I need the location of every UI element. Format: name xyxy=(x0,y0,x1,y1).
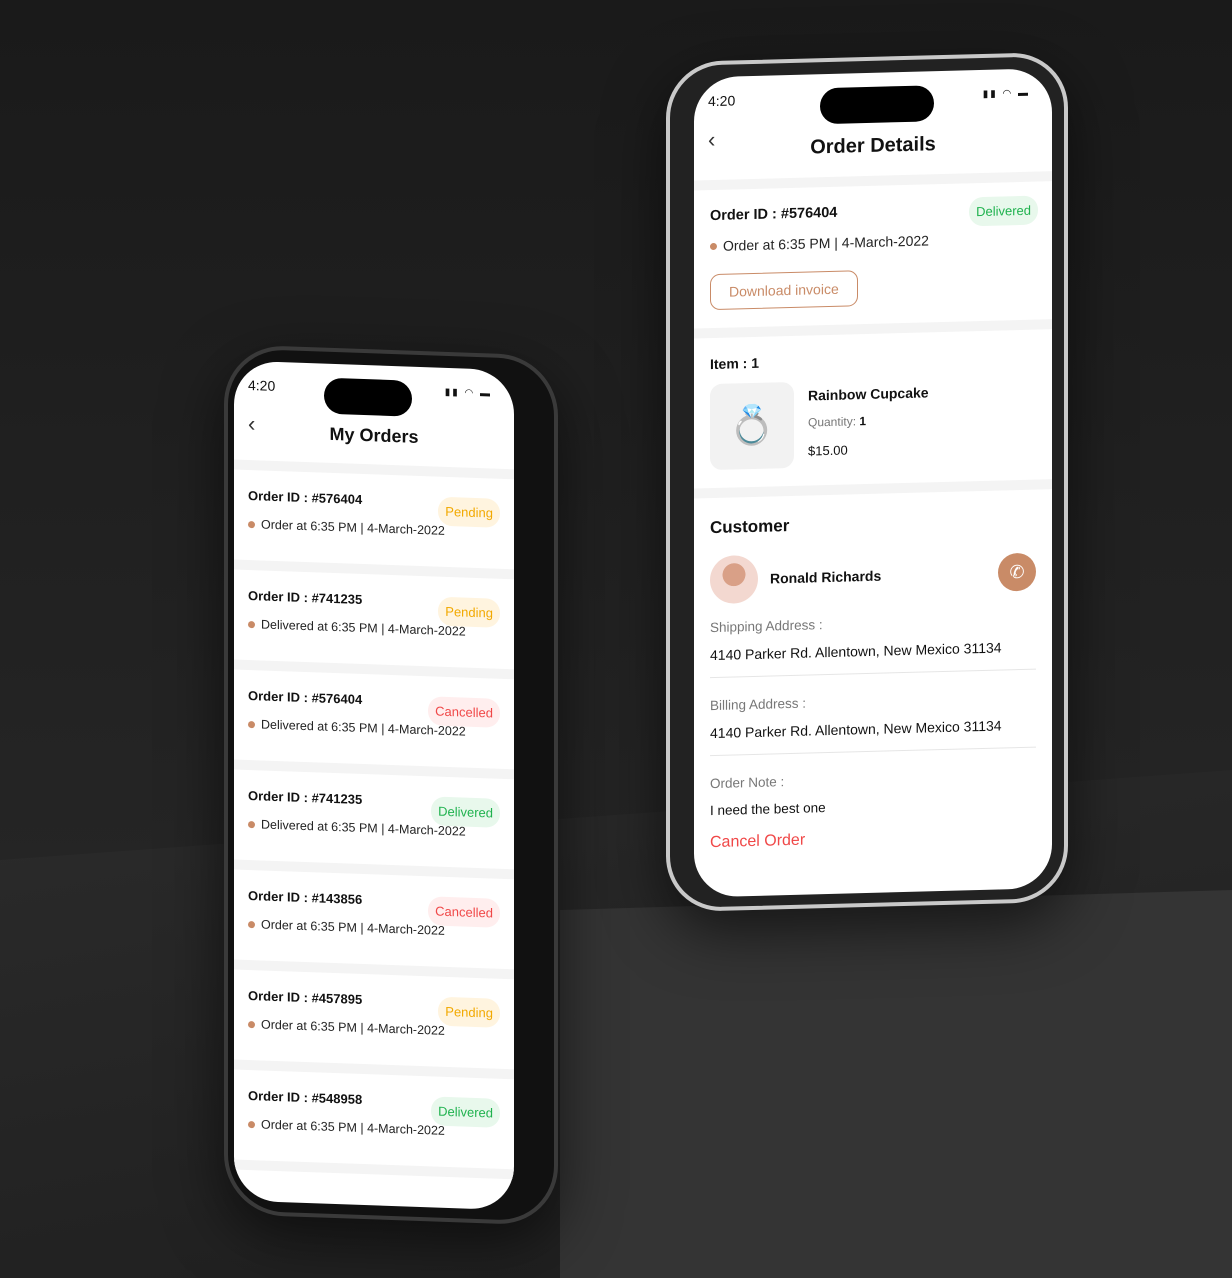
status-dot xyxy=(248,1120,255,1128)
quantity-value: 1 xyxy=(859,414,867,429)
status-badge: Delivered xyxy=(969,195,1038,227)
back-icon[interactable]: ‹ xyxy=(248,411,255,437)
cancel-order-button[interactable]: Cancel Order xyxy=(710,826,1036,853)
back-icon[interactable]: ‹ xyxy=(708,127,715,153)
download-invoice-button[interactable]: Download invoice xyxy=(710,270,858,311)
product-image-ring: 💍 xyxy=(710,381,794,471)
note-label: Order Note : xyxy=(710,774,785,792)
shipping-address: 4140 Parker Rd. Allentown, New Mexico 31… xyxy=(710,639,1002,664)
status-dot xyxy=(248,720,255,728)
order-meta: Order at 6:35 PM | 4-March-2022 xyxy=(723,232,929,254)
status-badge: Pending xyxy=(438,996,500,1028)
status-dot xyxy=(248,520,255,528)
order-row[interactable]: Order ID : #143856 Cancelled Order at 6:… xyxy=(234,869,514,980)
download-invoice-label: Download invoice xyxy=(729,280,839,300)
customer-name: Ronald Richards xyxy=(770,567,882,587)
order-note: I need the best one xyxy=(710,800,826,819)
order-details-screen: 4:20 ▮▮ ◠ ▬ ‹ Order Details Order ID : #57… xyxy=(694,68,1052,898)
orders-list: Order ID : #576404 Pending Order at 6:35… xyxy=(234,469,514,1180)
customer-heading: Customer xyxy=(710,516,790,538)
left-phone: 4:20 ▮▮ ◠ ▬ ‹ My Orders Order ID : #576404… xyxy=(224,344,558,1226)
order-meta: Order at 6:35 PM | 4-March-2022 xyxy=(261,1117,445,1138)
status-time: 4:20 xyxy=(708,92,736,110)
status-dot xyxy=(248,920,255,928)
order-row[interactable]: Order ID : #576404 Pending Order at 6:35… xyxy=(234,469,514,580)
order-row[interactable]: Order ID : #576404 Cancelled Delivered a… xyxy=(234,669,514,780)
right-phone: 4:20 ▮▮ ◠ ▬ ‹ Order Details Order ID : #57… xyxy=(666,51,1068,913)
status-icons: ▮▮ ◠ ▬ xyxy=(982,87,1030,100)
order-row[interactable]: Order ID : #548958 Delivered Order at 6:… xyxy=(234,1069,514,1180)
status-badge: Pending xyxy=(438,596,500,628)
status-time: 4:20 xyxy=(248,377,276,394)
status-dot xyxy=(710,242,717,250)
order-row[interactable]: Order ID : #741235 Delivered Delivered a… xyxy=(234,769,514,880)
order-meta: Order at 6:35 PM | 4-March-2022 xyxy=(261,1017,445,1038)
page-title: My Orders xyxy=(329,423,419,447)
status-dot xyxy=(248,1020,255,1028)
order-row[interactable]: Order ID : #741235 Pending Delivered at … xyxy=(234,569,514,680)
shipping-label: Shipping Address : xyxy=(710,617,823,636)
status-dot xyxy=(248,820,255,828)
divider xyxy=(710,746,1036,757)
item-name: Rainbow Cupcake xyxy=(808,384,929,404)
phone-icon: ✆ xyxy=(1009,561,1025,582)
avatar xyxy=(710,554,758,605)
item-count: Item : 1 xyxy=(710,354,760,373)
page-title: Order Details xyxy=(810,133,936,159)
status-dot xyxy=(248,620,255,628)
order-row[interactable]: Order ID : #457895 Pending Order at 6:35… xyxy=(234,969,514,1080)
status-badge: Cancelled xyxy=(428,896,500,928)
status-badge: Pending xyxy=(438,496,500,528)
billing-label: Billing Address : xyxy=(710,695,807,714)
item-price: $15.00 xyxy=(808,442,848,459)
order-meta: Order at 6:35 PM | 4-March-2022 xyxy=(261,517,445,538)
my-orders-screen: 4:20 ▮▮ ◠ ▬ ‹ My Orders Order ID : #576404… xyxy=(234,360,514,1211)
status-icons: ▮▮ ◠ ▬ xyxy=(444,386,492,400)
billing-address: 4140 Parker Rd. Allentown, New Mexico 31… xyxy=(710,717,1002,742)
status-badge: Delivered xyxy=(431,796,500,828)
status-badge: Cancelled xyxy=(428,696,500,728)
order-meta: Order at 6:35 PM | 4-March-2022 xyxy=(261,917,445,938)
pedestal-face xyxy=(560,890,1232,1278)
call-button[interactable]: ✆ xyxy=(998,552,1036,592)
divider xyxy=(710,668,1036,679)
order-meta: Delivered at 6:35 PM | 4-March-2022 xyxy=(261,617,466,639)
quantity-label: Quantity: xyxy=(808,414,857,430)
status-badge: Delivered xyxy=(431,1096,500,1128)
